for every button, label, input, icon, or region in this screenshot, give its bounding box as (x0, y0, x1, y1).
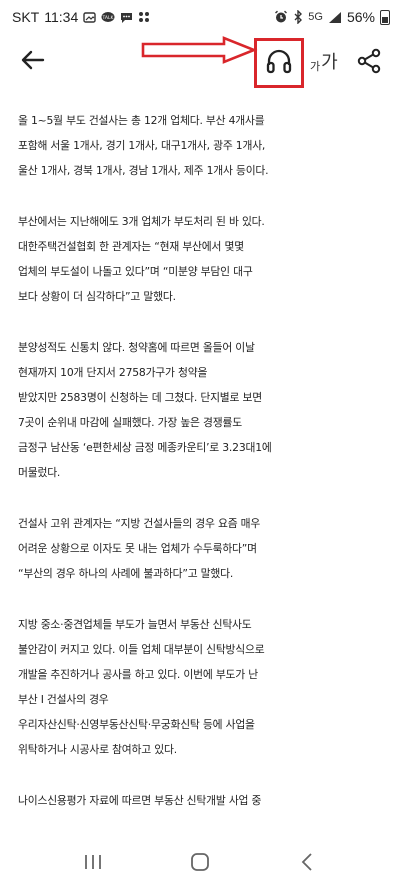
article-line: 개발을 추진하거나 공사를 하고 있다. 이번에 부도가 난 (18, 668, 258, 681)
apps-icon (139, 12, 150, 22)
home-icon (191, 853, 209, 871)
home-button[interactable] (180, 842, 220, 882)
svg-text:TALK: TALK (102, 15, 115, 21)
alarm-icon (275, 10, 288, 23)
article-line: 울산 1개사, 경북 1개사, 경남 1개사, 제주 1개사 등이다. (18, 164, 269, 177)
image-icon (83, 11, 96, 23)
article-line: 올 1~5월 부도 건설사는 총 12개 업체다. 부산 4개사를 (18, 114, 265, 127)
article-paragraph: 나이스신용평가 자료에 따르면 부동산 신탁개발 사업 중 (18, 788, 388, 813)
font-size-small-label: 가 (310, 60, 321, 73)
article-line: 금정구 남산동 ‘e편한세상 금정 메종카운티’로 3.23대1에 (18, 441, 272, 454)
article-line: 대한주택건설협회 한 관계자는 “현재 부산에서 몇몇 (18, 240, 244, 253)
article-paragraph: 부산에서는 지난해에도 3개 업체가 부도처리 된 바 있다. 대한주택건설협회 … (18, 209, 388, 309)
kakaotalk-icon: TALK (101, 11, 115, 22)
article-line: 부산에서는 지난해에도 3개 업체가 부도처리 된 바 있다. (18, 215, 265, 228)
article-line: 7곳이 순위내 마감에 실패했다. 가장 높은 경쟁률도 (18, 416, 242, 429)
lte-icon: 5G (308, 11, 323, 23)
recent-apps-icon (85, 855, 102, 869)
article-body: 올 1~5월 부도 건설사는 총 12개 업체다. 부산 4개사를포함해 서울 … (18, 108, 388, 828)
article-line: 어려운 상황으로 이자도 못 내는 업체가 수두룩하다”며 (18, 542, 257, 555)
article-line: 지방 중소·중견업체들 부도가 늘면서 부동산 신탁사도 (18, 618, 252, 631)
signal-icon (328, 11, 341, 23)
article-line: 현재까지 10개 단지서 2758가구가 청약을 (18, 366, 208, 379)
article-line: 보다 상황이 더 심각하다”고 말했다. (18, 290, 176, 303)
navigation-bar (0, 836, 400, 888)
battery-icon (380, 9, 390, 25)
article-paragraph: 분양성적도 신통치 않다. 청약홈에 따르면 올들어 이날현재까지 10개 단지… (18, 335, 388, 485)
nav-back-icon (301, 853, 312, 871)
article-line: 불안감이 커지고 있다. 이들 업체 대부분이 신탁방식으로 (18, 643, 265, 656)
recent-apps-button[interactable] (73, 842, 113, 882)
status-right: 5G 56% (274, 9, 390, 25)
font-size-button[interactable]: 가 가 (310, 50, 338, 74)
carrier-label: SKT (12, 9, 40, 25)
article-line: 나이스신용평가 자료에 따르면 부동산 신탁개발 사업 중 (18, 794, 262, 807)
article-line: “부산의 경우 하나의 사례에 불과하다”고 말했다. (18, 567, 234, 580)
bluetooth-icon (294, 10, 303, 24)
status-time: 11:34 (44, 9, 79, 25)
status-left: SKT 11:34 TALK (12, 9, 150, 25)
back-arrow-icon[interactable] (18, 45, 48, 75)
article-paragraph: 지방 중소·중견업체들 부도가 늘면서 부동산 신탁사도불안감이 커지고 있다.… (18, 612, 388, 762)
article-paragraph: 건설사 고위 관계자는 “지방 건설사들의 경우 요즘 매우어려운 상황으로 이… (18, 511, 388, 586)
article-line: 부산 I 건설사의 경우 (18, 693, 109, 706)
article-line: 포함해 서울 1개사, 경기 1개사, 대구1개사, 광주 1개사, (18, 139, 266, 152)
status-bar: SKT 11:34 TALK 5G 56% (0, 0, 400, 34)
share-icon[interactable] (356, 48, 382, 74)
article-line: 분양성적도 신통치 않다. 청약홈에 따르면 올들어 이날 (18, 341, 255, 354)
article-line: 받았지만 2583명이 신청하는 데 그쳤다. 단지별로 보면 (18, 391, 262, 404)
article-line: 업체의 부도설이 나돌고 있다”며 “미분양 부담인 대구 (18, 265, 253, 278)
headphones-icon[interactable] (264, 46, 294, 76)
article-line: 우리자산신탁·신영부동산신탁·무궁화신탁 등에 사업을 (18, 718, 255, 731)
chat-icon (121, 12, 133, 23)
nav-back-button[interactable] (287, 842, 327, 882)
article-line: 머물렀다. (18, 466, 61, 479)
article-line: 건설사 고위 관계자는 “지방 건설사들의 경우 요즘 매우 (18, 517, 261, 530)
article-line: 위탁하거나 시공사로 참여하고 있다. (18, 743, 177, 756)
battery-percent: 56% (346, 9, 375, 25)
article-paragraph: 올 1~5월 부도 건설사는 총 12개 업체다. 부산 4개사를포함해 서울 … (18, 108, 388, 183)
font-size-large-label: 가 (321, 52, 338, 73)
annotation-arrow (141, 36, 258, 64)
